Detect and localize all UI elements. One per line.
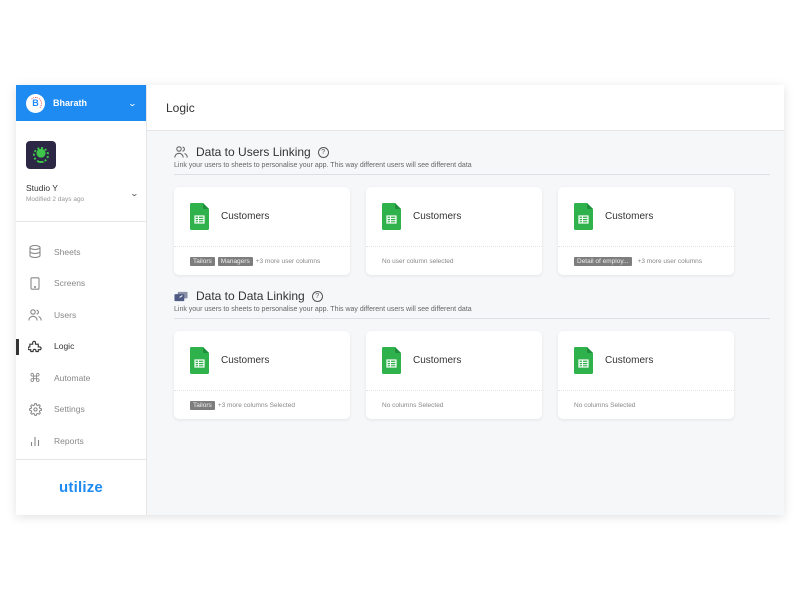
sidebar-item-label: Settings <box>54 404 85 415</box>
sidebar-nav: Sheets Screens Users Logic ⌘ Automate Se… <box>16 222 146 457</box>
sidebar-item-label: Automate <box>54 372 91 383</box>
sheet-name: Customers <box>221 355 270 366</box>
sidebar-item-settings[interactable]: Settings <box>16 394 146 426</box>
chevron-down-icon[interactable]: ⌄ <box>130 189 139 198</box>
data-to-data-section: Data to Data Linking ? Link your users t… <box>147 289 784 419</box>
google-sheets-icon <box>382 347 401 374</box>
sheet-link-card[interactable]: Customers Detail of employ... +3 more us… <box>558 187 734 275</box>
google-sheets-icon <box>190 347 209 374</box>
project-name: Studio Y <box>26 183 58 193</box>
card-footer: Tailors +3 more columns Selected <box>174 391 350 419</box>
sheet-link-card[interactable]: Customers No user column selected <box>366 187 542 275</box>
main-content: Logic Data to Users Linking ? Link your … <box>147 85 784 515</box>
card-footer: Tailors Managers +3 more user columns <box>174 247 350 275</box>
project-modified: Modified 2 days ago <box>26 196 85 203</box>
database-icon <box>28 245 42 259</box>
column-tag: Tailors <box>190 256 215 266</box>
google-sheets-icon <box>574 203 593 230</box>
sidebar: B Bharath ⌄ Studio Y Modified 2 days ago… <box>16 85 147 515</box>
project-selector[interactable]: Studio Y Modified 2 days ago ⌄ <box>16 121 146 222</box>
card-footer: No columns Selected <box>558 391 734 419</box>
sheet-link-card[interactable]: Customers Tailors Managers +3 more user … <box>174 187 350 275</box>
section-header: Data to Data Linking ? <box>174 289 770 303</box>
bar-chart-icon <box>28 434 42 448</box>
sidebar-item-label: Screens <box>54 278 86 289</box>
brand-area: utilize <box>16 459 146 515</box>
sidebar-item-label: Logic <box>54 341 75 352</box>
column-note: +3 more user columns <box>637 257 703 265</box>
user-name: Bharath <box>53 98 88 108</box>
sheet-name: Customers <box>605 211 654 222</box>
section-header: Data to Users Linking ? <box>174 145 770 159</box>
sidebar-item-sheets[interactable]: Sheets <box>16 236 146 268</box>
section-description: Link your users to sheets to personalise… <box>174 306 770 319</box>
link-cards-icon <box>174 290 188 302</box>
gear-icon <box>28 402 42 416</box>
sheet-link-card[interactable]: Customers No columns Selected <box>366 331 542 419</box>
google-sheets-icon <box>190 203 209 230</box>
sheet-name: Customers <box>221 211 270 222</box>
sidebar-item-users[interactable]: Users <box>16 299 146 331</box>
help-icon[interactable]: ? <box>317 146 329 158</box>
sidebar-item-label: Sheets <box>54 246 81 257</box>
sidebar-item-label: Users <box>54 309 77 320</box>
card-footer: No user column selected <box>366 247 542 275</box>
column-tag: Detail of employ... <box>574 256 632 266</box>
sidebar-item-label: Reports <box>54 435 84 446</box>
section-title: Data to Data Linking <box>196 289 305 303</box>
section-title: Data to Users Linking <box>196 145 311 159</box>
sheet-link-card[interactable]: Customers Tailors +3 more columns Select… <box>174 331 350 419</box>
page-title: Logic <box>166 100 195 115</box>
brand-logo: utilize <box>59 479 103 496</box>
users-icon <box>28 308 42 322</box>
project-logo <box>26 141 56 169</box>
command-icon: ⌘ <box>29 370 41 385</box>
column-note: No columns Selected <box>574 401 636 409</box>
data-to-users-section: Data to Users Linking ? Link your users … <box>147 145 784 275</box>
google-sheets-icon <box>382 203 401 230</box>
user-avatar: B <box>26 93 45 113</box>
sidebar-item-reports[interactable]: Reports <box>16 425 146 457</box>
column-note: +3 more columns Selected <box>217 401 295 409</box>
app-window: B Bharath ⌄ Studio Y Modified 2 days ago… <box>16 85 784 515</box>
sidebar-item-logic[interactable]: Logic <box>16 331 146 363</box>
card-footer: No columns Selected <box>366 391 542 419</box>
page-header: Logic <box>147 85 784 131</box>
user-switcher[interactable]: B Bharath ⌄ <box>16 85 146 121</box>
sheet-name: Customers <box>413 355 462 366</box>
sheet-name: Customers <box>413 211 462 222</box>
column-tag: Managers <box>217 256 253 266</box>
sheet-link-card[interactable]: Customers No columns Selected <box>558 331 734 419</box>
column-note: No user column selected <box>382 257 454 265</box>
column-note: No columns Selected <box>382 401 444 409</box>
column-tag: Tailors <box>190 400 215 410</box>
sidebar-item-automate[interactable]: ⌘ Automate <box>16 362 146 394</box>
phone-icon <box>28 276 42 290</box>
help-icon[interactable]: ? <box>311 290 323 302</box>
card-list: Customers Tailors +3 more columns Select… <box>174 331 770 419</box>
section-description: Link your users to sheets to personalise… <box>174 162 770 175</box>
users-icon <box>174 146 188 158</box>
column-note: +3 more user columns <box>255 257 321 265</box>
sidebar-item-screens[interactable]: Screens <box>16 268 146 300</box>
card-footer: Detail of employ... +3 more user columns <box>558 247 734 275</box>
puzzle-icon <box>28 339 42 353</box>
card-list: Customers Tailors Managers +3 more user … <box>174 187 770 275</box>
google-sheets-icon <box>574 347 593 374</box>
chevron-down-icon[interactable]: ⌄ <box>128 99 137 108</box>
sheet-name: Customers <box>605 355 654 366</box>
